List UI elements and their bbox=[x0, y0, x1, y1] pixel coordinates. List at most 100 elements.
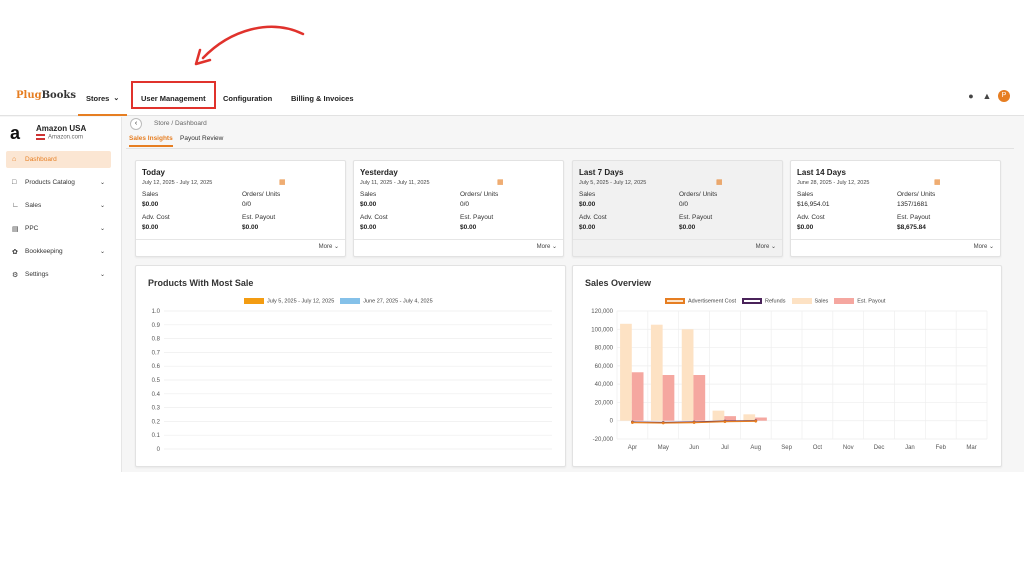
brand-logo[interactable]: PlugBooks bbox=[16, 90, 76, 101]
adv-cost-label: Adv. Cost bbox=[797, 214, 825, 221]
x-tick-label: May bbox=[658, 445, 669, 451]
x-tick-label: Aug bbox=[750, 445, 761, 451]
card-divider bbox=[136, 239, 345, 240]
back-button[interactable]: ‹ bbox=[130, 118, 142, 130]
adv-cost-point bbox=[723, 420, 727, 424]
chart-icon: ∟ bbox=[12, 202, 19, 209]
y-tick-label: 0.8 bbox=[152, 337, 161, 343]
tab-sales-insights[interactable]: Sales Insights bbox=[129, 135, 173, 147]
header-actions: ● ▲ P bbox=[966, 90, 1010, 102]
payout-value: $0.00 bbox=[242, 224, 259, 231]
y-tick-label: 80,000 bbox=[595, 346, 614, 352]
x-tick-label: Jun bbox=[689, 445, 699, 451]
payout-value: $0.00 bbox=[679, 224, 696, 231]
y-tick-label: 0 bbox=[610, 419, 614, 425]
chevron-down-icon: ⌄ bbox=[99, 249, 105, 255]
adv-cost-point bbox=[754, 419, 758, 423]
card-title: Last 14 Days bbox=[797, 168, 846, 177]
sidebar-item-ppc[interactable]: ▤ PPC ⌄ bbox=[6, 220, 111, 237]
card-title: Last 7 Days bbox=[579, 168, 624, 177]
sidebar-item-bookkeeping[interactable]: ✿ Bookkeeping ⌄ bbox=[6, 243, 111, 260]
nav-stores[interactable]: Stores ⌄ bbox=[77, 80, 128, 116]
payout-label: Est. Payout bbox=[460, 214, 494, 221]
tab-payout-review[interactable]: Payout Review bbox=[180, 135, 223, 142]
y-tick-label: 20,000 bbox=[595, 400, 614, 406]
sales-bar bbox=[743, 414, 756, 421]
nav-configuration[interactable]: Configuration bbox=[223, 80, 272, 116]
chevron-down-icon: ⌄ bbox=[113, 95, 120, 102]
chevron-down-icon: ⌄ bbox=[99, 226, 105, 232]
payout-label: Est. Payout bbox=[242, 214, 276, 221]
x-tick-label: Feb bbox=[936, 445, 947, 451]
card-title: Today bbox=[142, 168, 165, 177]
book-icon: ✿ bbox=[12, 248, 18, 256]
y-tick-label: 60,000 bbox=[595, 364, 614, 370]
kpi-card-last-7-days: Last 7 Days July 5, 2025 - July 12, 2025… bbox=[572, 160, 783, 257]
home-icon: ⌂ bbox=[12, 156, 17, 163]
us-flag-icon bbox=[36, 134, 45, 140]
x-tick-label: Nov bbox=[843, 445, 854, 451]
sidebar: a Amazon USA Amazon.com ⌂ Dashboard □ Prod… bbox=[0, 117, 122, 472]
kpi-card-last-14-days: Last 14 Days June 28, 2025 - July 12, 20… bbox=[790, 160, 1001, 257]
sidebar-item-dashboard[interactable]: ⌂ Dashboard bbox=[6, 151, 111, 168]
lightbulb-icon[interactable]: ● bbox=[966, 91, 976, 101]
chevron-down-icon: ⌄ bbox=[99, 180, 105, 186]
calendar-icon[interactable]: ▦ bbox=[497, 178, 504, 186]
adv-cost-label: Adv. Cost bbox=[579, 214, 607, 221]
sales-bar bbox=[620, 323, 632, 421]
more-button[interactable]: More ⌄ bbox=[319, 243, 339, 250]
sidebar-item-settings[interactable]: ⚙ Settings ⌄ bbox=[6, 266, 111, 283]
y-tick-label: 0.5 bbox=[152, 378, 161, 384]
x-tick-label: Sep bbox=[781, 445, 792, 451]
avatar[interactable]: P bbox=[998, 90, 1010, 102]
sales-bar bbox=[681, 329, 694, 421]
box-icon: □ bbox=[12, 179, 17, 186]
y-tick-label: 0.3 bbox=[152, 406, 161, 412]
payout-label: Est. Payout bbox=[679, 214, 713, 221]
sidebar-item-products-catalog[interactable]: □ Products Catalog ⌄ bbox=[6, 174, 111, 191]
sales-value: $0.00 bbox=[142, 201, 159, 208]
adv-cost-value: $0.00 bbox=[579, 224, 596, 231]
adv-cost-point bbox=[661, 421, 665, 425]
payout-bar bbox=[631, 372, 644, 421]
adv-cost-label: Adv. Cost bbox=[142, 214, 170, 221]
calendar-icon[interactable]: ▦ bbox=[716, 178, 723, 186]
gear-icon: ⚙ bbox=[12, 271, 19, 279]
kpi-card-today: Today July 12, 2025 - July 12, 2025 ▦ Sa… bbox=[135, 160, 346, 257]
calendar-icon[interactable]: ▦ bbox=[279, 178, 286, 186]
payout-bar bbox=[662, 375, 675, 421]
sales-bar bbox=[650, 324, 663, 421]
y-tick-label: 0.6 bbox=[152, 364, 161, 370]
annotation-arrow bbox=[194, 25, 305, 66]
sales-label: Sales bbox=[579, 191, 596, 198]
store-domain: Amazon.com bbox=[36, 134, 83, 141]
store-name[interactable]: Amazon USA bbox=[36, 124, 86, 133]
adv-cost-label: Adv. Cost bbox=[360, 214, 388, 221]
orders-value: 0/0 bbox=[460, 201, 470, 208]
more-button[interactable]: More ⌄ bbox=[974, 243, 994, 250]
calendar-icon[interactable]: ▦ bbox=[934, 178, 941, 186]
card-divider bbox=[791, 239, 1000, 240]
sales-value: $0.00 bbox=[579, 201, 596, 208]
y-tick-label: 1.0 bbox=[152, 309, 161, 315]
more-button[interactable]: More ⌄ bbox=[537, 243, 557, 250]
adv-cost-value: $0.00 bbox=[360, 224, 377, 231]
payout-value: $8,675.84 bbox=[897, 224, 926, 231]
bell-icon[interactable]: ▲ bbox=[982, 91, 992, 101]
sales-value: $16,954.01 bbox=[797, 201, 830, 208]
y-tick-label: -20,000 bbox=[593, 437, 614, 443]
x-tick-label: Jan bbox=[905, 445, 915, 451]
sales-overview-chart: 120,000 100,000 80,000 60,000 40,000 20,000 0 -… bbox=[591, 309, 988, 451]
card-divider bbox=[573, 239, 782, 240]
card-date-range: July 5, 2025 - July 12, 2025 bbox=[579, 180, 647, 186]
tab-divider bbox=[126, 148, 1014, 149]
payout-bar bbox=[724, 416, 737, 421]
nav-billing-invoices[interactable]: Billing & Invoices bbox=[291, 80, 354, 116]
y-tick-label: 120,000 bbox=[591, 309, 613, 315]
x-tick-label: Apr bbox=[628, 445, 637, 451]
more-button[interactable]: More ⌄ bbox=[756, 243, 776, 250]
orders-value: 1357/1681 bbox=[897, 201, 928, 208]
sidebar-item-sales[interactable]: ∟ Sales ⌄ bbox=[6, 197, 111, 214]
orders-value: 0/0 bbox=[679, 201, 689, 208]
orders-label: Orders/ Units bbox=[679, 191, 718, 198]
